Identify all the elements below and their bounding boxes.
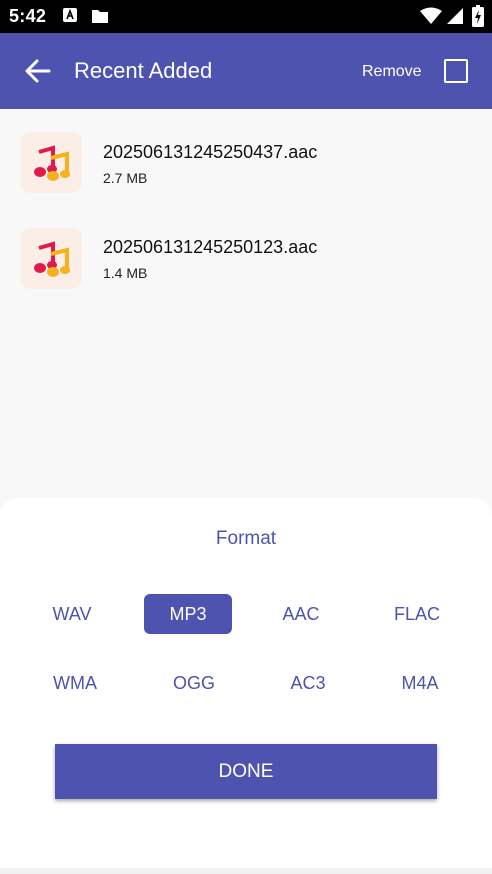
- format-option-wav[interactable]: WAV: [28, 594, 116, 634]
- list-item[interactable]: 202506131245250123.aac 1.4 MB: [0, 204, 492, 294]
- status-bar: 5:42: [0, 0, 492, 33]
- navigation-bar-strip: [0, 868, 492, 874]
- done-button[interactable]: DONE: [55, 744, 437, 799]
- wifi-icon: [420, 7, 442, 30]
- music-file-icon: [21, 228, 82, 289]
- list-item[interactable]: 202506131245250437.aac 2.7 MB: [0, 109, 492, 199]
- format-option-ac3[interactable]: AC3: [264, 663, 352, 703]
- format-option-flac[interactable]: FLAC: [373, 594, 461, 634]
- file-name: 202506131245250123.aac: [103, 237, 318, 257]
- format-option-aac[interactable]: AAC: [257, 594, 345, 634]
- remove-button[interactable]: Remove: [362, 63, 422, 81]
- format-option-wma[interactable]: WMA: [31, 663, 119, 703]
- files-notification-icon: [90, 7, 110, 30]
- format-option-mp3[interactable]: MP3: [144, 594, 232, 634]
- format-option-ogg[interactable]: OGG: [150, 663, 238, 703]
- format-bottom-sheet: Format WAV MP3 AAC FLAC WMA OGG AC3 M4A …: [0, 498, 492, 874]
- file-size: 2.7 MB: [103, 170, 148, 186]
- page-title: Recent Added: [74, 58, 213, 83]
- back-arrow-icon[interactable]: [24, 57, 52, 85]
- format-option-m4a[interactable]: M4A: [376, 663, 464, 703]
- format-heading: Format: [215, 528, 277, 549]
- app-bar: Recent Added Remove: [0, 33, 492, 109]
- font-notification-icon: [62, 7, 78, 28]
- status-time: 5:42: [9, 6, 47, 26]
- music-file-icon: [21, 132, 82, 193]
- signal-icon: [446, 7, 464, 30]
- file-size: 1.4 MB: [103, 265, 148, 281]
- select-all-checkbox[interactable]: [444, 59, 468, 83]
- battery-icon: [472, 5, 484, 32]
- file-name: 202506131245250437.aac: [103, 142, 318, 162]
